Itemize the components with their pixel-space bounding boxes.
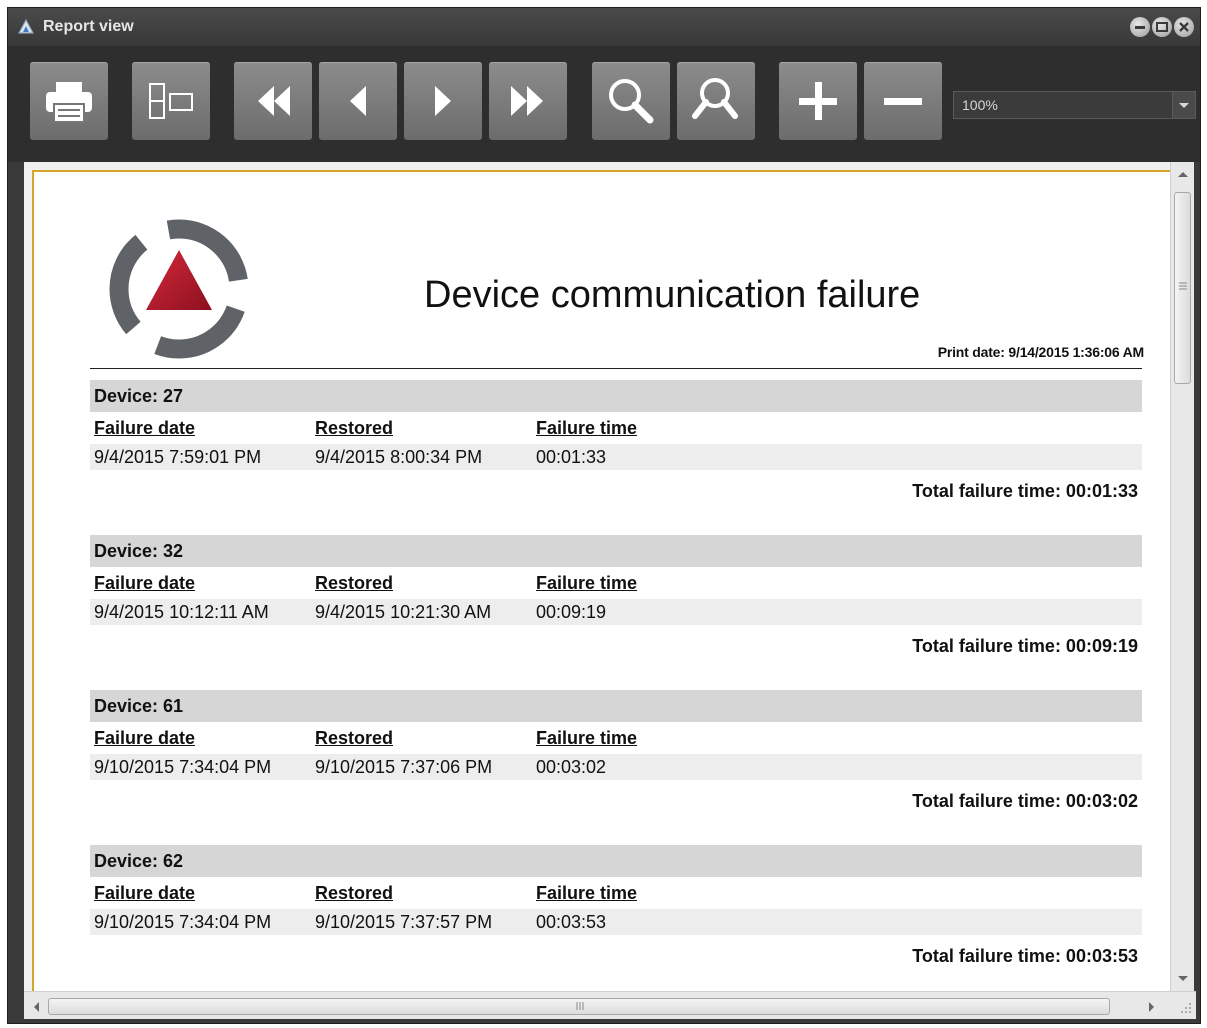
failure-time-header: Failure time bbox=[536, 418, 638, 438]
maximize-button[interactable] bbox=[1152, 17, 1172, 37]
device-section: Device: 32 Failure date Restored Failure… bbox=[90, 535, 1142, 660]
first-page-button[interactable] bbox=[234, 62, 312, 140]
table-row: 9/10/2015 7:34:04 PM 9/10/2015 7:37:57 P… bbox=[90, 909, 1142, 935]
device-section: Device: 62 Failure date Restored Failure… bbox=[90, 845, 1142, 970]
device-header: Device: 61 bbox=[90, 690, 1142, 722]
failure-date-header: Failure date bbox=[94, 573, 196, 593]
previous-page-icon bbox=[350, 86, 366, 116]
zoom-button[interactable] bbox=[592, 62, 670, 140]
failure-time-header: Failure time bbox=[536, 728, 638, 748]
device-header: Device: 27 bbox=[90, 380, 1142, 412]
zoom-icon bbox=[609, 79, 654, 124]
restored-cell: 9/10/2015 7:37:06 PM bbox=[315, 757, 493, 777]
failure-time-cell: 00:09:19 bbox=[536, 602, 607, 622]
table-row: 9/4/2015 10:12:11 AM 9/4/2015 10:21:30 A… bbox=[90, 599, 1142, 625]
failure-date-cell: 9/10/2015 7:34:04 PM bbox=[94, 757, 272, 777]
app-icon bbox=[17, 18, 35, 34]
close-icon bbox=[1179, 22, 1189, 32]
vertical-scrollbar[interactable] bbox=[1170, 162, 1194, 991]
scroll-right-icon[interactable] bbox=[1148, 1001, 1156, 1013]
failure-date-header: Failure date bbox=[94, 418, 196, 438]
report-viewport[interactable]: Device communication failure Print date:… bbox=[24, 162, 1171, 991]
page-setup-button[interactable] bbox=[132, 62, 210, 140]
next-page-button[interactable] bbox=[404, 62, 482, 140]
last-page-icon bbox=[511, 86, 543, 116]
zoom-value: 100% bbox=[962, 97, 998, 113]
report-page: Device communication failure Print date:… bbox=[32, 170, 1171, 991]
next-page-icon bbox=[435, 86, 451, 116]
failure-time-cell: 00:01:33 bbox=[536, 447, 607, 467]
last-page-button[interactable] bbox=[489, 62, 567, 140]
failure-time-header: Failure time bbox=[536, 573, 638, 593]
table-row: 9/4/2015 7:59:01 PM 9/4/2015 8:00:34 PM … bbox=[90, 444, 1142, 470]
header-divider bbox=[90, 368, 1142, 369]
device-header: Device: 62 bbox=[90, 845, 1142, 877]
resize-grip-icon[interactable] bbox=[1180, 1002, 1192, 1014]
total-failure-time: Total failure time: 00:09:19 bbox=[912, 636, 1138, 656]
failure-time-header: Failure time bbox=[536, 883, 638, 903]
maximize-icon bbox=[1156, 22, 1168, 32]
failure-date-cell: 9/4/2015 10:12:11 AM bbox=[94, 602, 269, 622]
toolbar: 100% bbox=[8, 46, 1200, 162]
restored-cell: 9/10/2015 7:37:57 PM bbox=[315, 912, 493, 932]
company-logo bbox=[109, 219, 249, 359]
failure-date-cell: 9/4/2015 7:59:01 PM bbox=[94, 447, 262, 467]
device-section: Device: 27 Failure date Restored Failure… bbox=[90, 380, 1142, 505]
restored-header: Restored bbox=[315, 573, 394, 593]
horizontal-scrollbar[interactable] bbox=[24, 991, 1196, 1019]
zoom-in-button[interactable] bbox=[779, 62, 857, 140]
total-failure-time: Total failure time: 00:01:33 bbox=[912, 481, 1138, 501]
total-failure-time: Total failure time: 00:03:53 bbox=[912, 946, 1138, 966]
horizontal-scroll-thumb[interactable] bbox=[48, 998, 1110, 1015]
zoom-dropdown-button[interactable] bbox=[1172, 92, 1195, 118]
zoom-out-button[interactable] bbox=[864, 62, 942, 140]
print-button[interactable] bbox=[30, 62, 108, 140]
restored-cell: 9/4/2015 8:00:34 PM bbox=[315, 447, 483, 467]
close-button[interactable] bbox=[1174, 17, 1194, 37]
grip-icon bbox=[576, 1002, 584, 1010]
total-failure-time: Total failure time: 00:03:02 bbox=[912, 791, 1138, 811]
failure-time-cell: 00:03:02 bbox=[536, 757, 607, 777]
previous-page-button[interactable] bbox=[319, 62, 397, 140]
report-title: Device communication failure bbox=[424, 274, 921, 316]
restored-header: Restored bbox=[315, 728, 394, 748]
restored-cell: 9/4/2015 10:21:30 AM bbox=[315, 602, 492, 622]
print-date: Print date: 9/14/2015 1:36:06 AM bbox=[937, 344, 1144, 360]
minimize-icon bbox=[1135, 26, 1145, 29]
zoom-select[interactable]: 100% bbox=[953, 91, 1196, 119]
failure-date-header: Failure date bbox=[94, 728, 196, 748]
restored-header: Restored bbox=[315, 883, 394, 903]
failure-time-cell: 00:03:53 bbox=[536, 912, 607, 932]
print-icon bbox=[46, 82, 92, 123]
failure-date-cell: 9/10/2015 7:34:04 PM bbox=[94, 912, 272, 932]
zoom-fit-button[interactable] bbox=[677, 62, 755, 140]
device-section: Device: 61 Failure date Restored Failure… bbox=[90, 690, 1142, 815]
scroll-left-icon[interactable] bbox=[32, 1001, 40, 1013]
chevron-down-icon bbox=[1179, 103, 1189, 108]
table-row: 9/10/2015 7:34:04 PM 9/10/2015 7:37:06 P… bbox=[90, 754, 1142, 780]
report-view-window: Report view 100% Device communication fa… bbox=[7, 7, 1201, 1024]
device-header: Device: 32 bbox=[90, 535, 1142, 567]
first-page-icon bbox=[258, 86, 290, 116]
vertical-scroll-thumb[interactable] bbox=[1174, 192, 1191, 384]
window-title: Report view bbox=[43, 18, 134, 35]
page-setup-icon bbox=[149, 83, 193, 119]
grip-icon bbox=[1179, 282, 1187, 290]
zoom-out-icon bbox=[884, 98, 922, 105]
failure-date-header: Failure date bbox=[94, 883, 196, 903]
minimize-button[interactable] bbox=[1130, 17, 1150, 37]
zoom-fit-icon bbox=[692, 78, 738, 119]
scroll-down-icon[interactable] bbox=[1177, 975, 1189, 983]
title-bar[interactable]: Report view bbox=[8, 8, 1200, 46]
zoom-in-icon bbox=[799, 82, 837, 120]
restored-header: Restored bbox=[315, 418, 394, 438]
scroll-up-icon[interactable] bbox=[1177, 170, 1189, 178]
